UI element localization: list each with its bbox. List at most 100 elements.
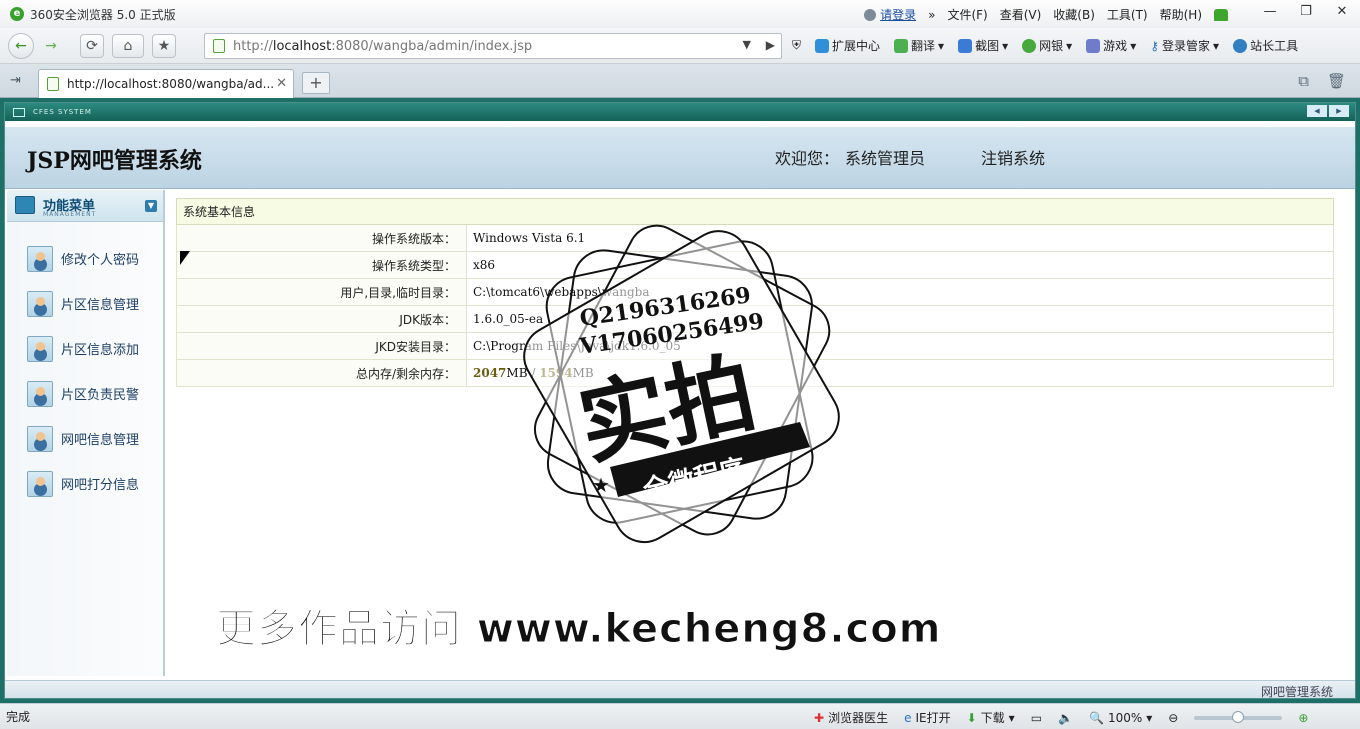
security-shield-button[interactable]: ⛨ [792, 38, 801, 53]
screen-icon[interactable]: ▭ [1031, 711, 1042, 725]
menu-item-label: 片区负责民警 [61, 388, 140, 403]
menu-item-district-manage[interactable]: 片区信息管理 [7, 281, 163, 326]
star-icon: ★ [157, 37, 171, 54]
home-icon: ⌂ [123, 37, 133, 54]
memory-total: 2047 [473, 366, 507, 380]
download-arrow-icon: ⬇ [966, 710, 977, 725]
skin-shirt-icon[interactable] [1214, 8, 1228, 21]
row-label: 总内存/剩余内存： [176, 359, 467, 387]
minimize-button[interactable]: — [1252, 0, 1288, 26]
address-dropdown-icon[interactable]: ▼ [743, 38, 751, 51]
zoom-in-button[interactable]: ⊕ [1298, 711, 1308, 725]
watermark-stamp: Q2196316269 V17060256499 实拍 全微程序 ★ ★ [523, 224, 840, 544]
tool-label: 截图 [975, 39, 1000, 53]
tool-login-manager[interactable]: ⚷ 登录管家 ▾ [1150, 37, 1219, 54]
menu-item-netbar-manage[interactable]: 网吧信息管理 [7, 416, 163, 461]
menu-view[interactable]: 查看(V) [1000, 6, 1042, 23]
menu-item-label: 网吧信息管理 [61, 433, 140, 448]
row-label: 操作系统版本： [176, 224, 467, 252]
restore-tabs-icon[interactable]: ⧉ [1298, 72, 1309, 90]
tab-close-icon[interactable]: ✕ [276, 76, 287, 91]
screenshot-icon [958, 38, 973, 53]
menu-item-label: 网吧打分信息 [61, 478, 140, 493]
tool-translate[interactable]: 翻译 ▾ [894, 37, 944, 54]
translate-icon [894, 38, 909, 53]
zoom-slider-knob[interactable] [1232, 710, 1245, 723]
row-label: 用户,目录,临时目录： [176, 278, 467, 306]
browser-doctor-button[interactable]: ✚ 浏览器医生 [814, 709, 888, 726]
current-user: 系统管理员 [845, 149, 926, 168]
status-bar: 完成 ✚ 浏览器医生 e IE打开 ⬇ 下载 ▾ ▭ 🔈 🔍 100% ▾ ⊖ ⊕ [0, 703, 1360, 729]
menu-file[interactable]: 文件(F) [947, 6, 987, 23]
menu-list: 修改个人密码 片区信息管理 片区信息添加 片区负责民警 网吧信息管理 网吧打分信… [7, 236, 163, 506]
zoom-out-button[interactable]: ⊖ [1168, 711, 1178, 725]
strip-next-button[interactable]: ▶ [1329, 105, 1349, 117]
tool-games[interactable]: 游戏 ▾ [1086, 37, 1136, 54]
zoom-value: 100% [1107, 710, 1143, 725]
welcome-label: 欢迎您： [775, 149, 840, 168]
user-icon [864, 8, 877, 21]
tab-active[interactable]: http://localhost:8080/wangba/ad... ✕ [38, 69, 294, 98]
welcome-text: 欢迎您： 系统管理员 [775, 145, 931, 169]
login-label: 请登录 [880, 8, 917, 22]
watermark-text: 更多作品访问 www.kecheng8.com [215, 606, 942, 653]
menu-item-district-add[interactable]: 片区信息添加 [7, 326, 163, 371]
address-path: :8080/wangba/admin/index.jsp [331, 38, 533, 54]
login-link[interactable]: 请登录 [864, 6, 916, 23]
trash-icon[interactable]: 🗑 [1327, 72, 1346, 90]
menu-item-netbar-score[interactable]: 网吧打分信息 [7, 461, 163, 506]
bank-icon [1022, 38, 1037, 53]
system-strip: CFES SYSTEM ◀ ▶ [5, 103, 1355, 121]
stamp-star-icon: ★ [788, 425, 806, 449]
navigation-toolbar: ← → ⟳ ⌂ ★ http://localhost:8080/wangba/a… [0, 28, 1360, 64]
address-text[interactable]: http://localhost:8080/wangba/admin/index… [233, 39, 532, 54]
menu-item-district-police[interactable]: 片区负责民警 [7, 371, 163, 416]
browser-title: 360安全浏览器 5.0 正式版 [30, 7, 176, 22]
tool-webmaster[interactable]: 站长工具 [1233, 37, 1298, 54]
collapse-icon[interactable]: ▼ [145, 200, 157, 212]
sidebar-toggle-icon[interactable]: ⇥ [10, 73, 21, 88]
back-arrow-icon: ← [15, 37, 27, 54]
menu-favorites[interactable]: 收藏(B) [1053, 6, 1095, 23]
row-label: 操作系统类型： [176, 251, 467, 279]
menu-header: 功能菜单 MANAGEMENT ▼ [7, 190, 163, 222]
ie-open-button[interactable]: e IE打开 [904, 709, 951, 726]
tab-strip: ⇥ http://localhost:8080/wangba/ad... ✕ +… [0, 64, 1360, 98]
speaker-icon[interactable]: 🔈 [1058, 711, 1073, 725]
status-text: 完成 [6, 710, 31, 724]
forward-button[interactable]: → [38, 33, 64, 59]
maximize-button[interactable]: ❐ [1288, 0, 1324, 26]
back-button[interactable]: ← [8, 32, 34, 59]
menu-subtitle: MANAGEMENT [43, 211, 97, 218]
key-icon: ⚷ [1150, 38, 1160, 53]
footer-text: 网吧管理系统 [1260, 685, 1333, 699]
zoom-control[interactable]: 🔍 100% ▾ [1089, 711, 1152, 725]
address-bar[interactable]: http://localhost:8080/wangba/admin/index… [204, 33, 782, 59]
tool-extension-center[interactable]: 扩展中心 [815, 37, 880, 54]
tool-label: 网银 [1039, 39, 1064, 53]
tool-bank[interactable]: 网银 ▾ [1022, 37, 1072, 54]
home-button[interactable]: ⌂ [112, 33, 144, 58]
close-window-button[interactable]: ✕ [1324, 0, 1360, 26]
new-tab-button[interactable]: + [302, 72, 330, 94]
tool-label: 翻译 [911, 39, 936, 53]
menu-folder-icon [15, 196, 35, 214]
tool-label: 登录管家 [1162, 39, 1211, 53]
ie-icon: e [904, 710, 912, 725]
menu-help[interactable]: 帮助(H) [1160, 6, 1202, 23]
download-button[interactable]: ⬇ 下载 ▾ [967, 709, 1015, 726]
zoom-slider[interactable] [1194, 710, 1283, 723]
logout-link[interactable]: 注销系统 [981, 145, 1045, 169]
menu-tools[interactable]: 工具(T) [1107, 6, 1148, 23]
menu-item-change-password[interactable]: 修改个人密码 [7, 236, 163, 281]
refresh-button[interactable]: ⟳ [80, 33, 104, 58]
tool-screenshot[interactable]: 截图 ▾ [958, 37, 1008, 54]
menu-item-label: 片区信息管理 [61, 298, 140, 313]
system-label: CFES SYSTEM [33, 108, 92, 116]
favorite-star-button[interactable]: ★ [152, 33, 176, 58]
go-arrow-icon[interactable]: ▶ [766, 38, 775, 52]
webmaster-icon [1233, 38, 1248, 53]
forward-arrow-icon: → [45, 37, 57, 54]
strip-prev-button[interactable]: ◀ [1307, 105, 1327, 117]
status-item-label: 下载 [980, 711, 1005, 725]
